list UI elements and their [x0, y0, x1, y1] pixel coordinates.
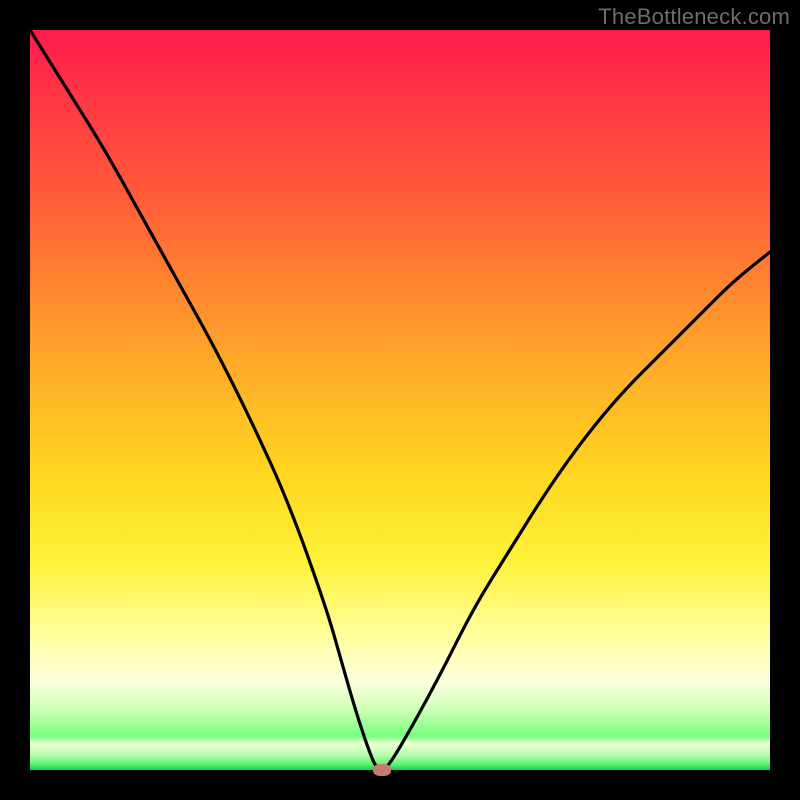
watermark-text: TheBottleneck.com: [598, 4, 790, 30]
optimum-marker: [373, 764, 391, 776]
chart-frame: TheBottleneck.com: [0, 0, 800, 800]
plot-area: [30, 30, 770, 770]
bottleneck-curve: [30, 30, 770, 770]
